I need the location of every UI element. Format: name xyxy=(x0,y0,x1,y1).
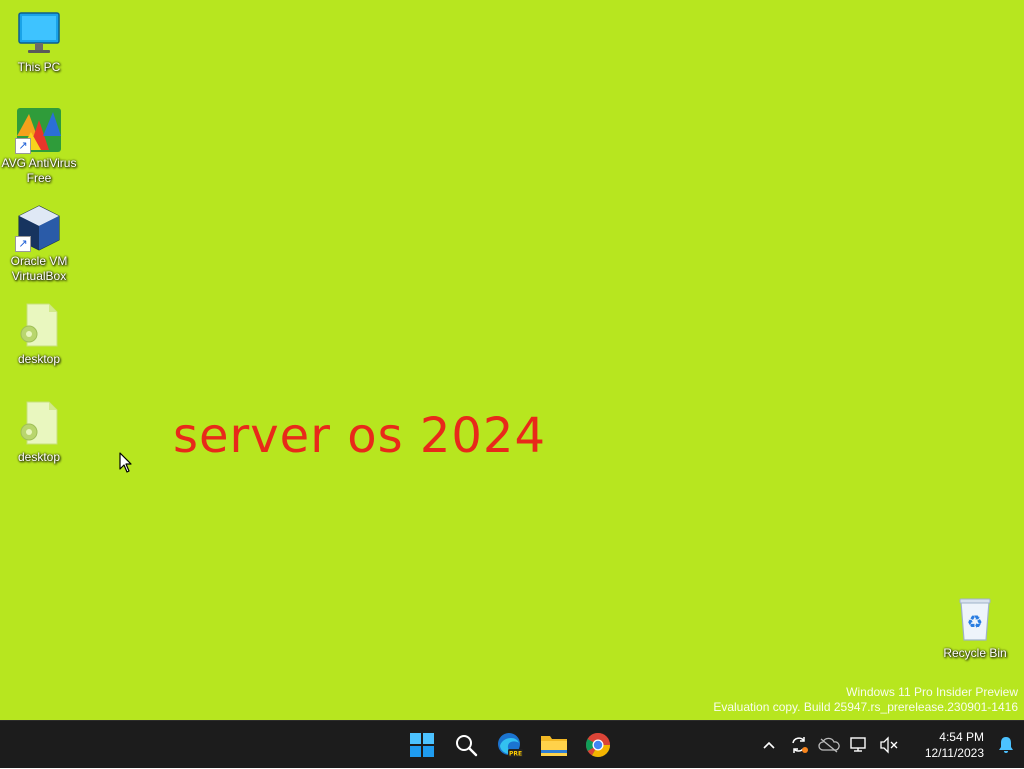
desktop-icon-avg-antivirus[interactable]: ↗ AVG AntiVirus Free xyxy=(0,106,78,186)
clock-date: 12/11/2023 xyxy=(924,746,984,760)
mouse-cursor-icon xyxy=(119,452,133,479)
shortcut-arrow-icon: ↗ xyxy=(15,236,31,252)
windows-start-icon xyxy=(410,733,434,757)
clock-time: 4:54 PM xyxy=(939,730,984,744)
edge-preview-button[interactable]: PRE xyxy=(490,725,530,765)
network-tray-button[interactable] xyxy=(844,730,874,760)
onedrive-icon xyxy=(818,737,840,753)
file-explorer-icon xyxy=(541,736,567,756)
shortcut-arrow-icon: ↗ xyxy=(15,138,31,154)
network-icon xyxy=(850,737,866,752)
edge-pre-icon: PRE xyxy=(498,733,523,758)
avg-antivirus-icon: ↗ xyxy=(15,106,63,154)
clock[interactable]: 4:54 PM 12/11/2023 xyxy=(904,729,988,761)
svg-text:♻: ♻ xyxy=(967,612,983,633)
notifications-button[interactable] xyxy=(988,730,1024,760)
volume-tray-button[interactable] xyxy=(874,730,904,760)
virtualbox-icon: ↗ xyxy=(15,204,63,252)
taskbar: PRE 4:54 PM 12/11/2023 xyxy=(0,720,1024,768)
windows-watermark: Windows 11 Pro Insider Preview Evaluatio… xyxy=(713,685,1018,715)
monitor-icon xyxy=(15,10,63,58)
onedrive-tray-button[interactable] xyxy=(814,730,844,760)
config-file-icon xyxy=(15,302,63,350)
desktop-icon-this-pc[interactable]: This PC xyxy=(0,10,78,75)
desktop-icon-desktop-ini-2[interactable]: desktop xyxy=(0,400,78,465)
desktop-icon-desktop-ini-1[interactable]: desktop xyxy=(0,302,78,367)
sync-update-icon xyxy=(792,737,808,753)
watermark-line-1: Windows 11 Pro Insider Preview xyxy=(846,685,1018,699)
desktop-icon-recycle-bin[interactable]: ♻ Recycle Bin xyxy=(936,596,1014,661)
icon-label: Recycle Bin xyxy=(943,646,1007,660)
file-explorer-button[interactable] xyxy=(534,725,574,765)
start-button[interactable] xyxy=(402,725,442,765)
search-button[interactable] xyxy=(446,725,486,765)
icon-label: Oracle VM VirtualBox xyxy=(10,254,68,283)
icon-label: desktop xyxy=(17,352,61,366)
chevron-up-icon xyxy=(763,741,775,749)
update-tray-button[interactable] xyxy=(784,730,814,760)
show-hidden-icons-button[interactable] xyxy=(754,730,784,760)
config-file-icon xyxy=(15,400,63,448)
icon-label: AVG AntiVirus Free xyxy=(1,156,77,185)
wallpaper-text: server os 2024 xyxy=(173,408,546,464)
svg-text:PRE: PRE xyxy=(509,751,522,758)
desktop-icon-virtualbox[interactable]: ↗ Oracle VM VirtualBox xyxy=(0,204,78,284)
icon-label: This PC xyxy=(17,60,61,74)
taskbar-apps: PRE xyxy=(400,721,620,769)
icon-label: desktop xyxy=(17,450,61,464)
desktop-background: This PC ↗ AVG AntiVirus Free ↗ Oracle VM… xyxy=(0,0,1024,720)
chrome-icon xyxy=(586,733,610,758)
bell-icon xyxy=(999,737,1013,753)
system-tray: 4:54 PM 12/11/2023 xyxy=(754,721,1024,769)
chrome-button[interactable] xyxy=(578,725,618,765)
recycle-bin-icon: ♻ xyxy=(951,596,999,644)
volume-muted-icon xyxy=(880,736,898,754)
watermark-line-2: Evaluation copy. Build 25947.rs_prerelea… xyxy=(713,700,1018,714)
search-icon xyxy=(456,735,478,757)
